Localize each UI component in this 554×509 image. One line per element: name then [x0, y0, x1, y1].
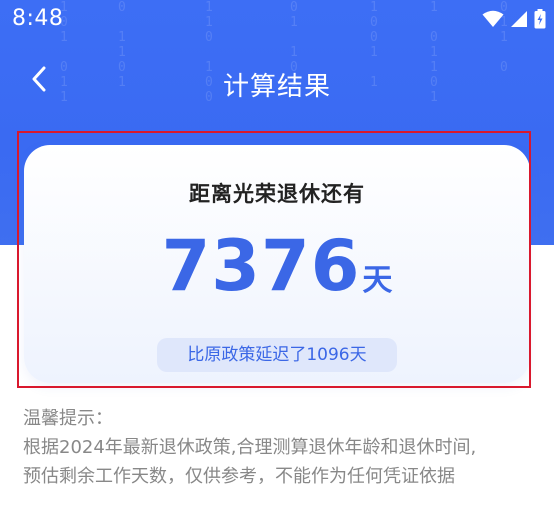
status-time: 8:48	[12, 6, 64, 31]
battery-icon	[534, 9, 546, 33]
tips-line: 根据2024年最新退休政策,合理测算退休年龄和退休时间,	[23, 437, 477, 458]
tips-section: 温馨提示： 根据2024年最新退休政策,合理测算退休年龄和退休时间, 预估剩余工…	[23, 404, 553, 491]
days-unit: 天	[362, 263, 393, 298]
result-card: 距离光荣退休还有 7376天 比原政策延迟了1096天	[24, 145, 530, 383]
days-remaining: 7376天	[24, 225, 530, 307]
status-icons	[482, 9, 546, 33]
page-title: 计算结果	[222, 72, 331, 102]
retirement-countdown-heading: 距离光荣退休还有	[189, 182, 365, 206]
signal-icon	[510, 10, 528, 32]
days-remaining-value: 7376	[161, 225, 361, 307]
navigation-bar: 计算结果	[0, 60, 554, 106]
wifi-icon	[482, 10, 504, 32]
tips-line: 预估剩余工作天数，仅供参考，不能作为任何凭证依据	[23, 466, 455, 487]
status-bar: 8:48	[0, 0, 554, 38]
tips-title: 温馨提示：	[23, 408, 113, 429]
policy-delay-badge: 比原政策延迟了1096天	[157, 338, 397, 372]
